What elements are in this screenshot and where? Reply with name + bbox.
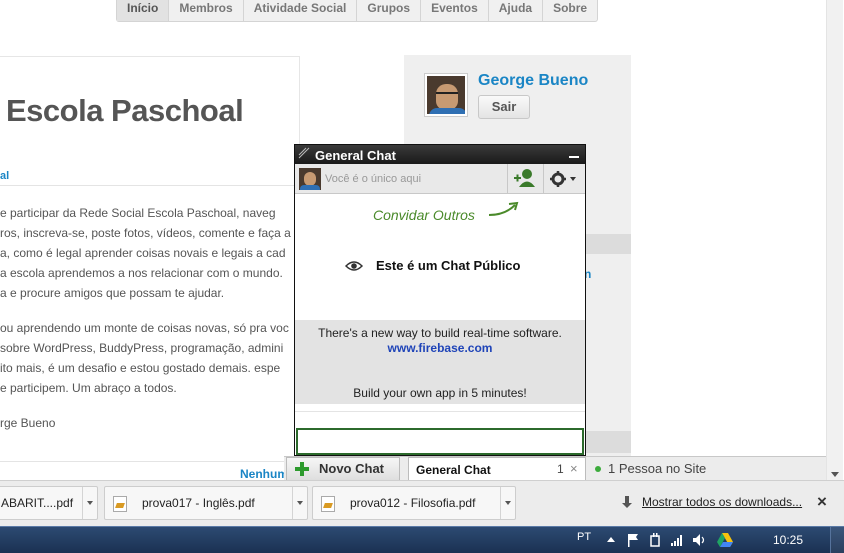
post-text-line: a escola aprendemos a nos relacionar com…	[0, 266, 283, 280]
post-text-line: sobre WordPress, BuddyPress, programação…	[0, 341, 284, 355]
download-filename: prova012 - Filosofia.pdf	[350, 496, 476, 510]
post-signature: rge Bueno	[0, 416, 56, 430]
language-indicator[interactable]: PT	[577, 531, 591, 543]
page-scrollbar[interactable]	[826, 0, 843, 480]
chevron-down-icon[interactable]	[297, 501, 303, 505]
nav-tab-ajuda[interactable]: Ajuda	[489, 0, 544, 21]
chat-tab-count: 1	[557, 462, 564, 476]
nav-tab-membros[interactable]: Membros	[169, 0, 244, 21]
online-users-indicator[interactable]: 1 Pessoa no Site	[592, 457, 826, 481]
download-icon	[622, 496, 632, 508]
divider	[295, 411, 585, 412]
clock[interactable]: 10:25	[773, 533, 803, 547]
public-chat-notice: Este é um Chat Público	[345, 258, 545, 276]
post-column: Escola Paschoal al e participar da Rede …	[0, 56, 300, 480]
chat-tab-label: General Chat	[416, 463, 491, 477]
post-text-line: e participem. Um abraço a todos.	[0, 381, 177, 395]
ad-text: Build your own app in 5 minutes!	[353, 386, 527, 400]
chat-titlebar[interactable]: General Chat	[295, 145, 585, 164]
firebase-link[interactable]: www.firebase.com	[295, 341, 585, 355]
download-filename: ABARIT....pdf	[1, 496, 74, 510]
chevron-down-icon[interactable]	[505, 501, 511, 505]
volume-icon[interactable]	[692, 532, 706, 548]
power-icon[interactable]	[648, 532, 662, 548]
post-text-line: ros, inscreva-se, poste fotos, vídeos, c…	[0, 226, 291, 240]
chat-users-status: Você é o único aqui	[325, 173, 422, 185]
system-tray	[604, 532, 744, 548]
online-users-label: 1 Pessoa no Site	[608, 461, 707, 476]
download-item[interactable]: prova012 - Filosofia.pdf	[312, 486, 516, 520]
post-comments-link[interactable]: Nenhum	[240, 467, 288, 480]
google-drive-icon[interactable]	[716, 532, 734, 548]
close-icon[interactable]: ×	[817, 492, 827, 512]
download-item[interactable]: prova017 - Inglês.pdf	[104, 486, 308, 520]
pdf-file-icon	[113, 496, 127, 512]
download-filename: prova017 - Inglês.pdf	[142, 496, 255, 510]
nav-tab-atividade-social[interactable]: Atividade Social	[244, 0, 358, 21]
add-user-button[interactable]	[507, 164, 543, 194]
profile-name-link[interactable]: George Bueno	[478, 72, 588, 90]
post-text-line: ou aprendendo um monte de coisas novas, …	[0, 321, 289, 335]
eye-icon	[345, 261, 363, 271]
show-hidden-icons-icon[interactable]	[604, 532, 618, 548]
avatar	[299, 168, 321, 190]
resize-grip-icon[interactable]	[298, 147, 310, 159]
pdf-file-icon	[321, 496, 335, 512]
avatar[interactable]	[425, 74, 467, 116]
new-chat-label: Novo Chat	[319, 461, 384, 476]
chevron-down-icon[interactable]	[87, 501, 93, 505]
download-item[interactable]: ABARIT....pdf	[0, 486, 98, 520]
post-category-link[interactable]: al	[0, 170, 9, 182]
public-chat-label: Este é um Chat Público	[376, 258, 521, 273]
online-dot-icon	[595, 466, 601, 472]
firebase-ad: There's a new way to build real-time sof…	[295, 320, 585, 404]
curved-arrow-icon	[488, 201, 519, 216]
new-chat-button[interactable]: Novo Chat	[286, 457, 400, 481]
divider	[0, 461, 299, 462]
show-desktop-button[interactable]	[830, 527, 844, 553]
flag-icon[interactable]	[626, 532, 640, 548]
scroll-down-arrow-icon[interactable]	[831, 472, 839, 477]
chat-message-input[interactable]	[296, 428, 584, 455]
post-text-line: ito mais, é um desafio e estou gostado d…	[0, 361, 281, 375]
downloads-bar: ABARIT....pdf prova017 - Inglês.pdf prov…	[0, 480, 844, 526]
nav-tab-inicio[interactable]: Início	[117, 0, 170, 21]
nav-tab-grupos[interactable]: Grupos	[357, 0, 422, 21]
add-user-icon	[514, 169, 535, 187]
post-text-line: e participar da Rede Social Escola Pasch…	[0, 206, 276, 220]
chat-title: General Chat	[315, 148, 396, 163]
sidebar-widget-header	[584, 431, 631, 453]
post-text-line: a e procure amigos que possam te ajudar.	[0, 286, 225, 300]
logout-button[interactable]: Sair	[478, 95, 530, 119]
divider	[0, 185, 299, 186]
windows-taskbar: PT 10:25	[0, 526, 844, 553]
close-icon[interactable]: ×	[570, 461, 578, 476]
chat-tab-general[interactable]: General Chat 1 ×	[408, 457, 586, 481]
plus-icon	[295, 462, 309, 476]
settings-button[interactable]	[543, 164, 585, 194]
main-navigation: Início Membros Atividade Social Grupos E…	[116, 0, 599, 22]
post-text-line: a, como é legal aprender coisas novais e…	[0, 246, 286, 260]
post-title: Escola Paschoal	[6, 93, 244, 128]
chat-bottom-bar: Novo Chat General Chat 1 × 1 Pessoa no S…	[284, 456, 826, 481]
minimize-icon[interactable]	[569, 152, 579, 158]
network-signal-icon[interactable]	[670, 532, 684, 548]
nav-tab-sobre[interactable]: Sobre	[543, 0, 597, 21]
nav-tab-eventos[interactable]: Eventos	[421, 0, 489, 21]
sidebar-widget-header	[584, 234, 631, 254]
chat-toolbar: Você é o único aqui	[295, 164, 585, 194]
chat-window: General Chat Você é o único aqui Convida…	[294, 144, 586, 456]
show-all-downloads-label: Mostrar todos os downloads...	[642, 495, 803, 509]
gear-icon	[550, 171, 576, 187]
invite-others-link[interactable]: Convidar Outros	[373, 207, 475, 223]
ad-text: There's a new way to build real-time sof…	[318, 326, 562, 340]
